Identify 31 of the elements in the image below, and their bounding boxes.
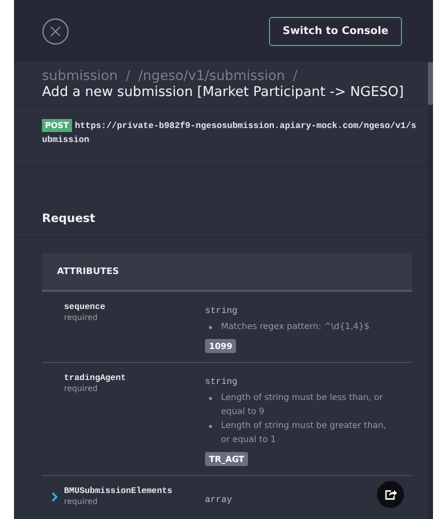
required-label: required xyxy=(64,497,99,506)
example-value: TR_AGT xyxy=(205,452,248,466)
breadcrumb-separator: / xyxy=(292,68,298,84)
breadcrumb-separator: / xyxy=(126,68,130,84)
attribute-name: tradingAgent xyxy=(64,373,127,383)
attribute-type: string xyxy=(205,377,238,387)
validation-rule: Length of string must be greater than, or equal to 1 xyxy=(221,420,388,447)
bullet-icon xyxy=(209,397,212,400)
required-label: required xyxy=(64,384,99,393)
breadcrumb-link[interactable]: submission xyxy=(42,68,118,84)
required-label: required xyxy=(64,313,99,322)
close-icon[interactable] xyxy=(42,18,69,44)
section-title: Request xyxy=(42,211,96,225)
switch-to-console-button[interactable]: Switch to Console xyxy=(269,16,402,46)
chevron-icon[interactable] xyxy=(51,492,58,502)
bullet-icon xyxy=(209,425,212,428)
endpoint-url: POST https://private-b982f9-ngesosubmission.apiary-mock.com/ngeso/v1/submission xyxy=(42,119,418,147)
bullet-icon xyxy=(209,326,212,329)
example-value: 1099 xyxy=(205,339,236,353)
share-icon xyxy=(384,489,396,500)
validation-rule: Length of string must be less than, or equal to 9 xyxy=(221,392,384,419)
attribute-type: string xyxy=(205,306,238,316)
attributes-header: ATTRIBUTES xyxy=(42,253,412,291)
attribute-name: BMUSubmissionElements xyxy=(64,486,174,496)
attribute-name: sequence xyxy=(64,302,106,312)
breadcrumb-link[interactable]: /ngeso/v1/submission xyxy=(138,68,285,84)
scrollbar-thumb[interactable] xyxy=(428,62,433,105)
validation-rule: Matches regex pattern: ^\d{1,4}$ xyxy=(221,321,371,334)
attribute-type: array xyxy=(205,495,234,505)
page-title: Add a new submission [Market Participant -> NGESO] xyxy=(42,84,405,100)
method-badge: POST xyxy=(42,119,72,132)
